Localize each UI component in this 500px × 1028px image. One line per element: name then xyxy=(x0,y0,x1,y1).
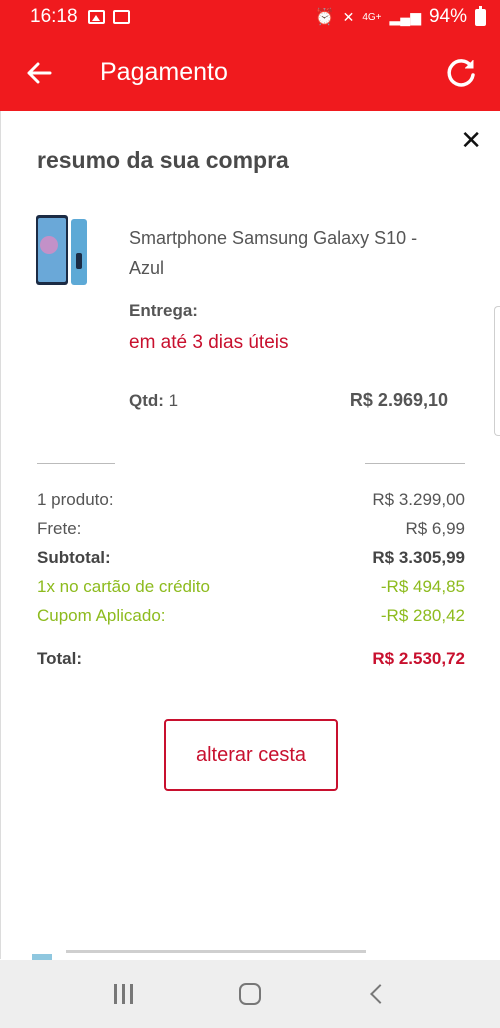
summary-label: Subtotal: xyxy=(37,547,111,567)
recent-apps-icon xyxy=(113,984,133,1004)
product-name: Smartphone Samsung Galaxy S10 - Azul xyxy=(129,228,418,278)
quantity-value: 1 xyxy=(168,391,179,410)
status-right: ⏰ ✕ 4G+ ▂▄▆ 94% xyxy=(314,5,486,28)
divider-left xyxy=(37,463,115,464)
refresh-icon[interactable] xyxy=(422,34,500,111)
chevron-left-icon xyxy=(369,984,390,1004)
total-value: R$ 2.530,72 xyxy=(372,648,465,668)
home-button[interactable] xyxy=(220,964,280,1024)
summary-value: R$ 3.299,00 xyxy=(372,489,465,509)
summary-label: 1x no cartão de crédito xyxy=(37,576,210,596)
summary-value: R$ 3.305,99 xyxy=(372,547,465,567)
signal-icon: ▂▄▆ xyxy=(389,8,421,25)
back-arrow-svg xyxy=(27,62,52,83)
purchase-summary-sheet: ✕ resumo da sua compra Smartphone Samsun… xyxy=(0,111,500,959)
system-nav-bar xyxy=(0,960,500,1028)
summary-label: Cupom Aplicado: xyxy=(37,605,166,625)
quantity: Qtd: 1 xyxy=(129,391,178,411)
gallery-icon xyxy=(87,10,105,24)
price-summary: 1 produto: R$ 3.299,00 Frete: R$ 6,99 Su… xyxy=(37,485,465,673)
underlying-content-peek xyxy=(0,948,500,960)
summary-label: 1 produto: xyxy=(37,489,114,509)
divider-right xyxy=(365,463,465,464)
refresh-svg xyxy=(447,58,475,87)
close-icon[interactable]: ✕ xyxy=(460,125,482,156)
home-icon xyxy=(238,983,261,1005)
system-back-button[interactable] xyxy=(347,964,407,1024)
summary-row-shipping: Frete: R$ 6,99 xyxy=(37,514,465,543)
notification-icons xyxy=(87,10,130,24)
summary-row-subtotal: Subtotal: R$ 3.305,99 xyxy=(37,543,465,572)
item-price: R$ 2.969,10 xyxy=(349,390,448,410)
battery-percent: 94% xyxy=(428,6,467,27)
alarm-icon: ⏰ xyxy=(314,9,335,26)
status-time: 16:18 xyxy=(30,6,78,27)
delivery-label: Entrega: xyxy=(129,301,198,320)
page-title: Pagamento xyxy=(100,58,228,86)
peek-text xyxy=(66,950,366,960)
network-type: 4G+ xyxy=(362,11,382,23)
app-bar: Pagamento xyxy=(0,34,500,111)
battery-icon xyxy=(475,5,486,26)
message-icon xyxy=(112,10,130,24)
recent-apps-button[interactable] xyxy=(93,964,153,1024)
summary-row-products: 1 produto: R$ 3.299,00 xyxy=(37,485,465,514)
mute-icon: ✕ xyxy=(342,8,355,25)
delivery-value: em até 3 dias úteis xyxy=(129,332,289,353)
status-bar: 16:18 ⏰ ✕ 4G+ ▂▄▆ 94% xyxy=(0,0,500,34)
back-arrow-icon[interactable] xyxy=(0,34,78,111)
summary-row-total: Total: R$ 2.530,72 xyxy=(37,644,465,673)
quantity-label: Qtd: xyxy=(129,391,164,410)
total-label: Total: xyxy=(37,648,83,668)
summary-value: -R$ 494,85 xyxy=(380,576,465,596)
summary-value: -R$ 280,42 xyxy=(380,605,465,625)
change-cart-button[interactable]: alterar cesta xyxy=(164,719,338,791)
summary-label: Frete: xyxy=(37,518,82,538)
summary-row-coupon: Cupom Aplicado: -R$ 280,42 xyxy=(37,601,465,630)
summary-heading: resumo da sua compra xyxy=(37,147,289,173)
scroll-handle[interactable] xyxy=(494,306,500,436)
summary-row-credit-discount: 1x no cartão de crédito -R$ 494,85 xyxy=(37,572,465,601)
product-image xyxy=(36,215,87,285)
summary-value: R$ 6,99 xyxy=(405,518,465,538)
